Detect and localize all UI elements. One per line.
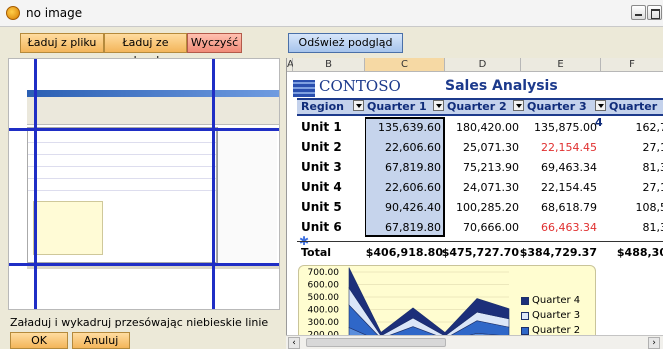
row-label: Unit 4	[301, 180, 342, 194]
thumbnail-task-pane	[217, 127, 277, 263]
column-header: F	[601, 58, 663, 72]
table-cell-q4[interactable]: 27,1	[601, 181, 663, 194]
total-q1: $406,918.80	[365, 246, 443, 259]
table-cell-q3[interactable]: 135,875.00	[519, 121, 597, 134]
legend-item: Quarter 3	[521, 310, 580, 321]
table-cell-q2[interactable]: 100,285.20	[441, 201, 519, 214]
filter-dropdown-icon[interactable]	[513, 100, 524, 111]
filter-dropdown-icon[interactable]	[353, 100, 364, 111]
maximize-button[interactable]	[647, 5, 662, 20]
table-cell-q4[interactable]: 108,5	[601, 201, 663, 214]
table-cell-q2[interactable]: 75,213.90	[441, 161, 519, 174]
scroll-left-icon[interactable]: ‹	[288, 337, 300, 349]
table-cell-q2[interactable]: 180,420.00	[441, 121, 519, 134]
load-clipboard-button[interactable]: Ładuj ze schowka	[104, 33, 187, 67]
thumbnail-toolbar	[27, 97, 279, 125]
column-header: D	[445, 58, 521, 72]
minimize-button[interactable]	[631, 5, 646, 20]
legend-swatch	[521, 326, 529, 335]
thumbnail-titlebar	[27, 90, 279, 97]
row-label: Unit 2	[301, 140, 342, 154]
thumbnail-chart	[33, 201, 103, 255]
instruction-text: Załaduj i wykadruj przesówając niebieski…	[10, 316, 269, 329]
table-cell-q3[interactable]: 68,618.79	[519, 201, 597, 214]
refresh-preview-button[interactable]: Odśwież podgląd	[288, 33, 403, 53]
filter-dropdown-icon[interactable]	[433, 100, 444, 111]
crop-line-left[interactable]	[34, 59, 37, 309]
table-cell-q4[interactable]: 27,1	[601, 141, 663, 154]
crop-line-top[interactable]	[9, 128, 279, 131]
sheet-title: Sales Analysis	[445, 78, 558, 94]
legend-swatch	[521, 311, 529, 320]
row-label: Unit 6	[301, 220, 342, 234]
table-cell-q4[interactable]: 81,3	[601, 161, 663, 174]
column-header-selected: C	[365, 58, 445, 72]
scroll-thumb[interactable]	[306, 338, 446, 347]
crop-line-bottom[interactable]	[9, 263, 279, 266]
column-header: E	[521, 58, 601, 72]
total-q4: $488,30	[616, 246, 663, 259]
spreadsheet-preview: A B C D E F CONTOSO Sales Analysis Regio…	[286, 58, 663, 349]
row-label: Unit 1	[301, 120, 342, 134]
table-cell-q2[interactable]: 70,666.00	[441, 221, 519, 234]
selection-border	[365, 117, 445, 237]
total-divider	[297, 241, 663, 242]
legend-label: Quarter 4	[532, 295, 581, 306]
total-label: Total	[301, 246, 332, 259]
y-tick-label: 600.00	[308, 281, 340, 291]
clear-button[interactable]: Wyczyść	[187, 33, 242, 53]
total-q3: $384,729.37	[519, 246, 597, 259]
window-title: no image	[26, 6, 83, 20]
y-tick-label: 400.00	[308, 306, 340, 316]
table-cell-q3[interactable]: 22,154.45	[519, 141, 597, 154]
table-cell-q3[interactable]: 22,154.45	[519, 181, 597, 194]
total-q2: $475,727.70	[441, 246, 519, 259]
table-cell-q4[interactable]: 81,3	[601, 221, 663, 234]
app-icon	[6, 6, 20, 20]
table-cell-q4[interactable]: 162,7	[601, 121, 663, 134]
legend-label: Quarter 3	[532, 310, 581, 321]
legend-swatch	[521, 296, 529, 305]
table-cell-q3[interactable]: 69,463.34	[519, 161, 597, 174]
ok-button[interactable]: OK	[10, 332, 68, 349]
legend-item: Quarter 4	[521, 295, 580, 306]
header-quarter-2[interactable]: Quarter 2	[433, 99, 507, 115]
table-cell-q2[interactable]: 24,071.30	[441, 181, 519, 194]
row-label: Unit 3	[301, 160, 342, 174]
header-quarter-4[interactable]: Quarter 4	[595, 99, 663, 129]
row-label: Unit 5	[301, 200, 342, 214]
contoso-logo-icon	[293, 80, 315, 97]
header-quarter-1[interactable]: Quarter 1	[353, 99, 427, 115]
y-tick-label: 500.00	[308, 293, 340, 303]
filter-dropdown-icon[interactable]	[595, 100, 606, 111]
crop-preview[interactable]	[8, 58, 280, 310]
table-cell-q2[interactable]: 25,071.30	[441, 141, 519, 154]
header-quarter-3[interactable]: Quarter 3	[513, 99, 587, 115]
crop-line-right[interactable]	[212, 59, 215, 309]
y-tick-label: 300.00	[308, 318, 340, 328]
column-header: B	[293, 58, 365, 72]
logo-text: CONTOSO	[319, 77, 401, 95]
load-file-button[interactable]: Ładuj z pliku	[20, 33, 104, 53]
title-bar: no image	[0, 0, 663, 27]
table-cell-q3[interactable]: 66,463.34	[519, 221, 597, 234]
cancel-button[interactable]: Anuluj	[72, 332, 130, 349]
horizontal-scrollbar[interactable]: ‹ ›	[286, 335, 663, 349]
scroll-right-icon[interactable]: ›	[648, 337, 660, 349]
y-tick-label: 700.00	[308, 268, 340, 278]
header-region: Region	[301, 100, 344, 113]
